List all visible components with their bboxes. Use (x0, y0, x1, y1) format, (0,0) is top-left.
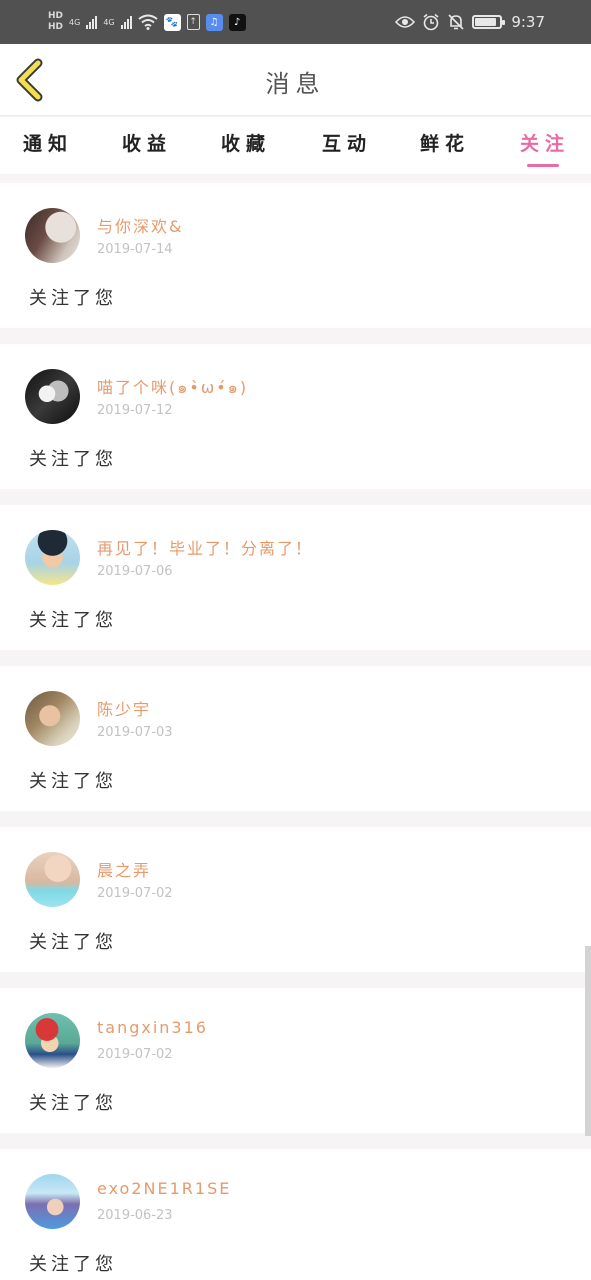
username[interactable]: 与你深欢& (97, 213, 183, 237)
message-date: 2019-07-02 (97, 1047, 173, 1062)
battery-icon (472, 15, 506, 29)
list-item[interactable]: exo2NE1R1SE 2019-06-23 关注了您 (0, 1149, 591, 1280)
avatar[interactable] (25, 369, 80, 424)
hd-indicator: HD HD (48, 11, 63, 33)
avatar[interactable] (25, 691, 80, 746)
status-left: HD HD 4G 4G 🐾 ↑ ♫ ♪ (48, 6, 246, 38)
list-item[interactable]: 陈少宇 2019-07-03 关注了您 (0, 666, 591, 811)
username[interactable]: tangxin316 (97, 1018, 208, 1037)
active-tab-indicator (527, 164, 559, 167)
message-date: 2019-07-12 (97, 403, 173, 418)
message-date: 2019-07-14 (97, 242, 173, 257)
list-item[interactable]: 喵了个咪(๑•̀ω•́๑) 2019-07-12 关注了您 (0, 344, 591, 489)
tab-follows[interactable]: 关注 (515, 129, 575, 156)
tab-bar: 通知 收益 收藏 互动 鲜花 关注 (0, 117, 591, 174)
username[interactable]: 晨之弄 (97, 857, 151, 881)
message-text: 关注了您 (29, 610, 117, 631)
list-item[interactable]: tangxin316 2019-07-02 关注了您 (0, 988, 591, 1133)
clock: 9:37 (511, 13, 545, 31)
hd-label-1: HD (48, 11, 64, 21)
signal-icon-2 (120, 15, 132, 29)
message-text: 关注了您 (29, 1254, 117, 1275)
avatar[interactable] (25, 530, 80, 585)
hd-label-2: HD (48, 22, 64, 32)
message-text: 关注了您 (29, 771, 117, 792)
music-app-icon: ♫ (205, 13, 223, 31)
message-text: 关注了您 (29, 288, 117, 309)
message-date: 2019-07-06 (97, 564, 173, 579)
status-right: 9:37 (395, 10, 545, 34)
message-date: 2019-06-23 (97, 1208, 173, 1223)
tab-interactions[interactable]: 互动 (317, 129, 377, 156)
list-item[interactable]: 再见了！毕业了！分离了！ 2019-07-06 关注了您 (0, 505, 591, 650)
page-title: 消息 (265, 70, 326, 98)
avatar[interactable] (25, 1013, 80, 1068)
username[interactable]: 喵了个咪(๑•̀ω•́๑) (97, 374, 248, 401)
message-text: 关注了您 (29, 449, 117, 470)
avatar[interactable] (25, 1174, 80, 1229)
avatar[interactable] (25, 852, 80, 907)
list-item[interactable]: 晨之弄 2019-07-02 关注了您 (0, 827, 591, 972)
tab-earnings[interactable]: 收益 (117, 129, 177, 156)
eye-icon (395, 16, 416, 28)
network-type-1: 4G (69, 17, 81, 27)
tiktok-app-icon: ♪ (228, 13, 246, 31)
network-type-2: 4G (103, 17, 115, 27)
signal-icon (86, 15, 98, 29)
tab-notifications[interactable]: 通知 (18, 129, 78, 156)
status-bar: HD HD 4G 4G 🐾 ↑ ♫ ♪ 9:37 (0, 0, 591, 44)
message-text: 关注了您 (29, 1093, 117, 1114)
scrollbar[interactable] (585, 946, 591, 1136)
list-item[interactable]: 与你深欢& 2019-07-14 关注了您 (0, 183, 591, 328)
username[interactable]: exo2NE1R1SE (97, 1179, 231, 1198)
mute-bell-icon (448, 14, 464, 30)
alarm-icon (423, 13, 439, 31)
tab-favorites[interactable]: 收藏 (216, 129, 276, 156)
upload-icon: ↑ (186, 14, 200, 30)
app-header: 消息 (0, 44, 591, 116)
avatar[interactable] (25, 208, 80, 263)
username[interactable]: 再见了！毕业了！分离了！ (97, 535, 313, 559)
message-date: 2019-07-03 (97, 725, 173, 740)
message-date: 2019-07-02 (97, 886, 173, 901)
username[interactable]: 陈少宇 (97, 696, 151, 720)
baidu-app-icon: 🐾 (163, 13, 181, 31)
tab-flowers[interactable]: 鲜花 (415, 129, 475, 156)
message-text: 关注了您 (29, 932, 117, 953)
wifi-icon (137, 14, 158, 30)
